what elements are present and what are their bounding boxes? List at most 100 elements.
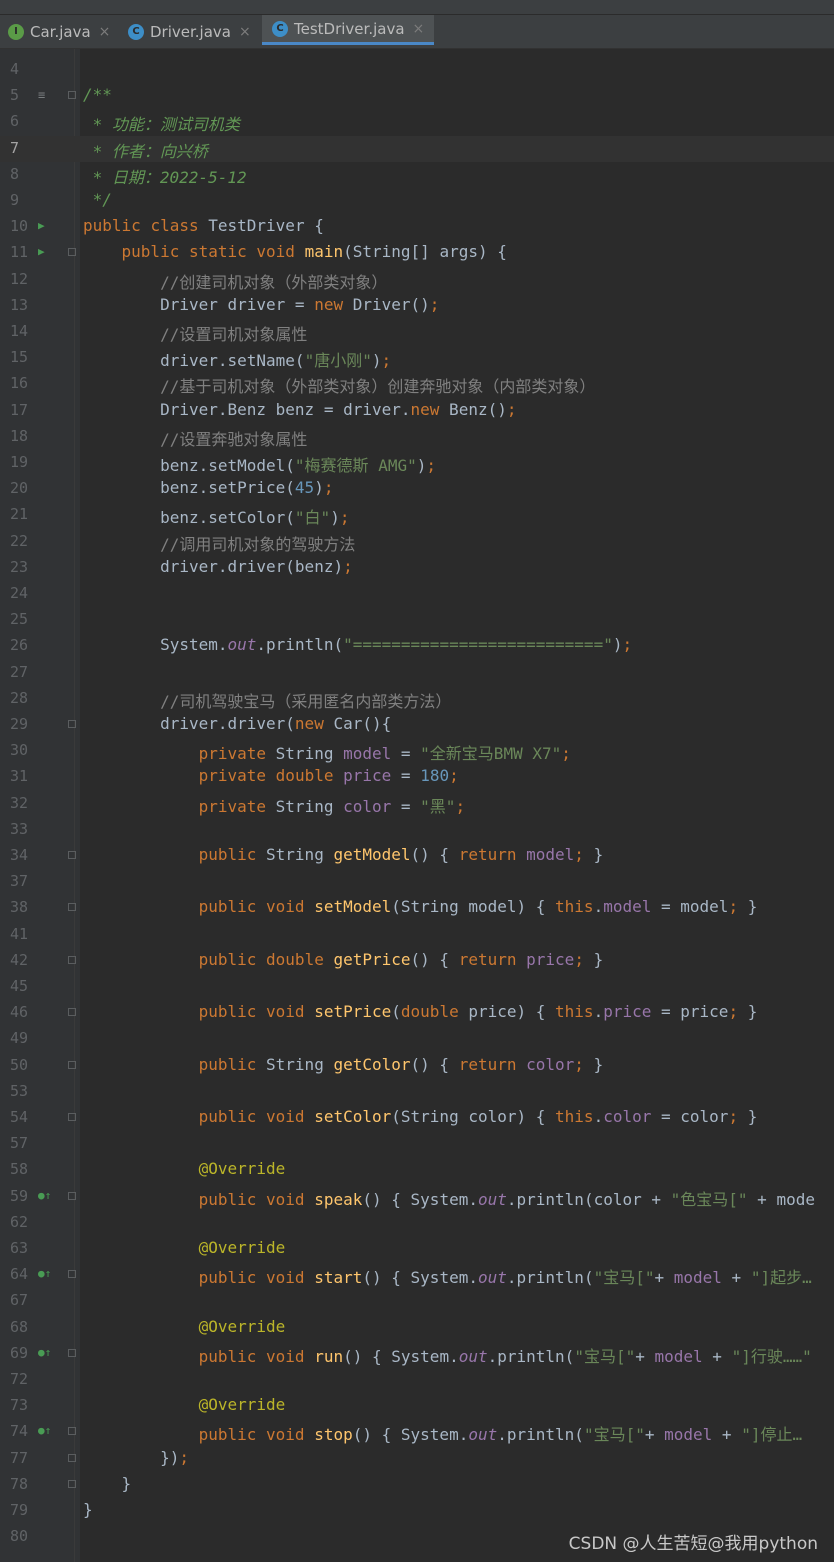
code-line[interactable]: 4 (0, 57, 834, 83)
code-line[interactable]: 42 public double getPrice() { return pri… (0, 948, 834, 974)
line-number: 54 (10, 1108, 29, 1126)
code-line[interactable]: 79} (0, 1498, 834, 1524)
close-icon[interactable]: × (99, 24, 111, 40)
code-line[interactable]: 53 (0, 1079, 834, 1105)
code-editor[interactable]: 4 5 ≡/** 6 * 功能：测试司机类 7 * 作者：向兴桥 8 * 日期：2022-… (0, 49, 834, 1562)
run-icon[interactable]: ▶ (38, 245, 45, 258)
code-line[interactable]: 54 public void setColor(String color) { … (0, 1105, 834, 1131)
line-number: 37 (10, 872, 29, 891)
code-line[interactable]: 14 //设置司机对象属性 (0, 319, 834, 345)
code-line[interactable]: 13 Driver driver = new Driver(); (0, 293, 834, 319)
code-text: Driver.Benz benz = driver.new Benz(); (83, 399, 517, 419)
code-line[interactable]: 18 //设置奔驰对象属性 (0, 424, 834, 450)
close-icon[interactable]: × (413, 21, 425, 37)
fold-icon[interactable] (68, 955, 76, 964)
line-number: 19 (10, 453, 29, 471)
code-line[interactable]: 38 public void setModel(String model) { … (0, 895, 834, 921)
fold-icon[interactable] (68, 1270, 76, 1279)
code-line[interactable]: 5 ≡ /** (0, 83, 834, 109)
code-line[interactable]: 22 //调用司机对象的驾驶方法 (0, 529, 834, 555)
code-line[interactable]: 33 (0, 817, 834, 843)
doc-render-icon[interactable]: ≡ (38, 88, 45, 102)
code-line[interactable]: 68 @Override (0, 1315, 834, 1341)
code-line[interactable]: 37 (0, 869, 834, 895)
code-line[interactable]: 34 public String getModel() { return mod… (0, 843, 834, 869)
close-icon[interactable]: × (239, 24, 251, 40)
code-line[interactable]: 8 * 日期：2022-5-12 (0, 162, 834, 188)
code-text: private double price = 180; (198, 766, 459, 786)
tab-driver-java[interactable]: C Driver.java × (128, 15, 258, 48)
code-line[interactable]: 20 benz.setPrice(45); (0, 476, 834, 502)
code-line[interactable]: 45 (0, 974, 834, 1000)
override-icon[interactable]: ●↑ (38, 1189, 51, 1202)
line-number: 41 (10, 924, 29, 943)
code-line[interactable]: 67 (0, 1288, 834, 1314)
code-line[interactable]: 15 driver.setName("唐小刚"); (0, 345, 834, 371)
fold-icon[interactable] (68, 248, 76, 257)
code-line[interactable]: 41 (0, 922, 834, 948)
code-line[interactable]: 17 Driver.Benz benz = driver.new Benz(); (0, 398, 834, 424)
tab-car-java[interactable]: I Car.java × (8, 15, 120, 48)
line-number: 23 (10, 557, 29, 576)
fold-icon[interactable] (68, 1453, 76, 1462)
code-line[interactable]: 69 ●↑ public void run() { System.out.prin… (0, 1341, 834, 1367)
line-number: 57 (10, 1134, 29, 1153)
code-line[interactable]: 26 System.out.println("=================… (0, 633, 834, 659)
code-line[interactable]: 12 //创建司机对象（外部类对象） (0, 267, 834, 293)
code-line[interactable]: 64 ●↑ public void start() { System.out.pr… (0, 1262, 834, 1288)
code-line[interactable]: 49 (0, 1026, 834, 1052)
fold-icon[interactable] (68, 1113, 76, 1121)
line-number: 13 (10, 295, 29, 314)
fold-icon[interactable] (68, 1348, 76, 1357)
code-text: //司机驾驶宝马（采用匿名内部类方法） (83, 691, 452, 711)
code-line[interactable]: 9 */ (0, 188, 834, 214)
code-text: public static void main(String[] args) { (121, 242, 507, 262)
code-line[interactable]: 25 (0, 607, 834, 633)
code-line[interactable]: 59 ●↑ public void speak() { System.out.pr… (0, 1184, 834, 1210)
fold-icon[interactable] (68, 1008, 76, 1017)
fold-icon[interactable] (68, 903, 76, 912)
code-line[interactable]: 31 private double price = 180; (0, 764, 834, 790)
code-line[interactable]: 62 (0, 1210, 834, 1236)
tab-testdriver-java[interactable]: C TestDriver.java × (262, 15, 434, 45)
code-line[interactable]: 10 ▶ public class TestDriver { (0, 214, 834, 240)
run-icon[interactable]: ▶ (38, 219, 45, 232)
code-line[interactable]: 7 * 作者：向兴桥 (0, 135, 834, 162)
code-line[interactable]: 50 public String getColor() { return col… (0, 1053, 834, 1079)
code-line[interactable]: 78 } (0, 1472, 834, 1498)
fold-icon[interactable] (68, 720, 76, 728)
code-line[interactable]: 28 //司机驾驶宝马（采用匿名内部类方法） (0, 686, 834, 712)
fold-icon[interactable] (68, 1191, 76, 1200)
fold-icon[interactable] (68, 851, 76, 859)
code-line[interactable]: 57 (0, 1131, 834, 1157)
code-line[interactable]: 73 @Override (0, 1393, 834, 1419)
code-line[interactable]: 72 (0, 1367, 834, 1393)
code-line[interactable]: 23 driver.driver(benz); (0, 555, 834, 581)
code-line[interactable]: 24 (0, 581, 834, 607)
override-icon[interactable]: ●↑ (38, 1267, 51, 1280)
code-line[interactable]: 21 benz.setColor("白"); (0, 502, 834, 528)
code-line[interactable]: 6 * 功能：测试司机类 (0, 109, 834, 135)
code-line[interactable]: 11 ▶ public static void main(String[] arg… (0, 240, 834, 266)
code-text: public void setPrice(double price) { thi… (198, 1002, 758, 1022)
line-number: 15 (10, 348, 29, 367)
code-line[interactable]: 29 driver.driver(new Car(){ (0, 712, 834, 738)
code-line[interactable]: 46 public void setPrice(double price) { … (0, 1000, 834, 1026)
code-line[interactable]: 19 benz.setModel("梅赛德斯 AMG"); (0, 450, 834, 476)
code-text: } (83, 1500, 93, 1519)
code-line[interactable]: 58 @Override (0, 1157, 834, 1183)
fold-icon[interactable] (68, 91, 76, 100)
fold-icon[interactable] (68, 1060, 76, 1069)
fold-icon[interactable] (68, 1479, 76, 1488)
code-line[interactable]: 16 //基于司机对象（外部类对象）创建奔驰对象（内部类对象） (0, 371, 834, 397)
code-line[interactable]: 74 ●↑ public void stop() { System.out.pri… (0, 1419, 834, 1445)
fold-icon[interactable] (68, 1427, 76, 1436)
code-line[interactable]: 77 }); (0, 1446, 834, 1472)
code-line[interactable]: 30 private String model = "全新宝马BMW X7"; (0, 738, 834, 764)
override-icon[interactable]: ●↑ (38, 1346, 51, 1359)
code-text: public void stop() { System.out.println(… (198, 1425, 803, 1445)
code-line[interactable]: 63 @Override (0, 1236, 834, 1262)
code-line[interactable]: 32 private String color = "黑"; (0, 791, 834, 817)
override-icon[interactable]: ●↑ (38, 1424, 51, 1437)
code-line[interactable]: 27 (0, 660, 834, 686)
